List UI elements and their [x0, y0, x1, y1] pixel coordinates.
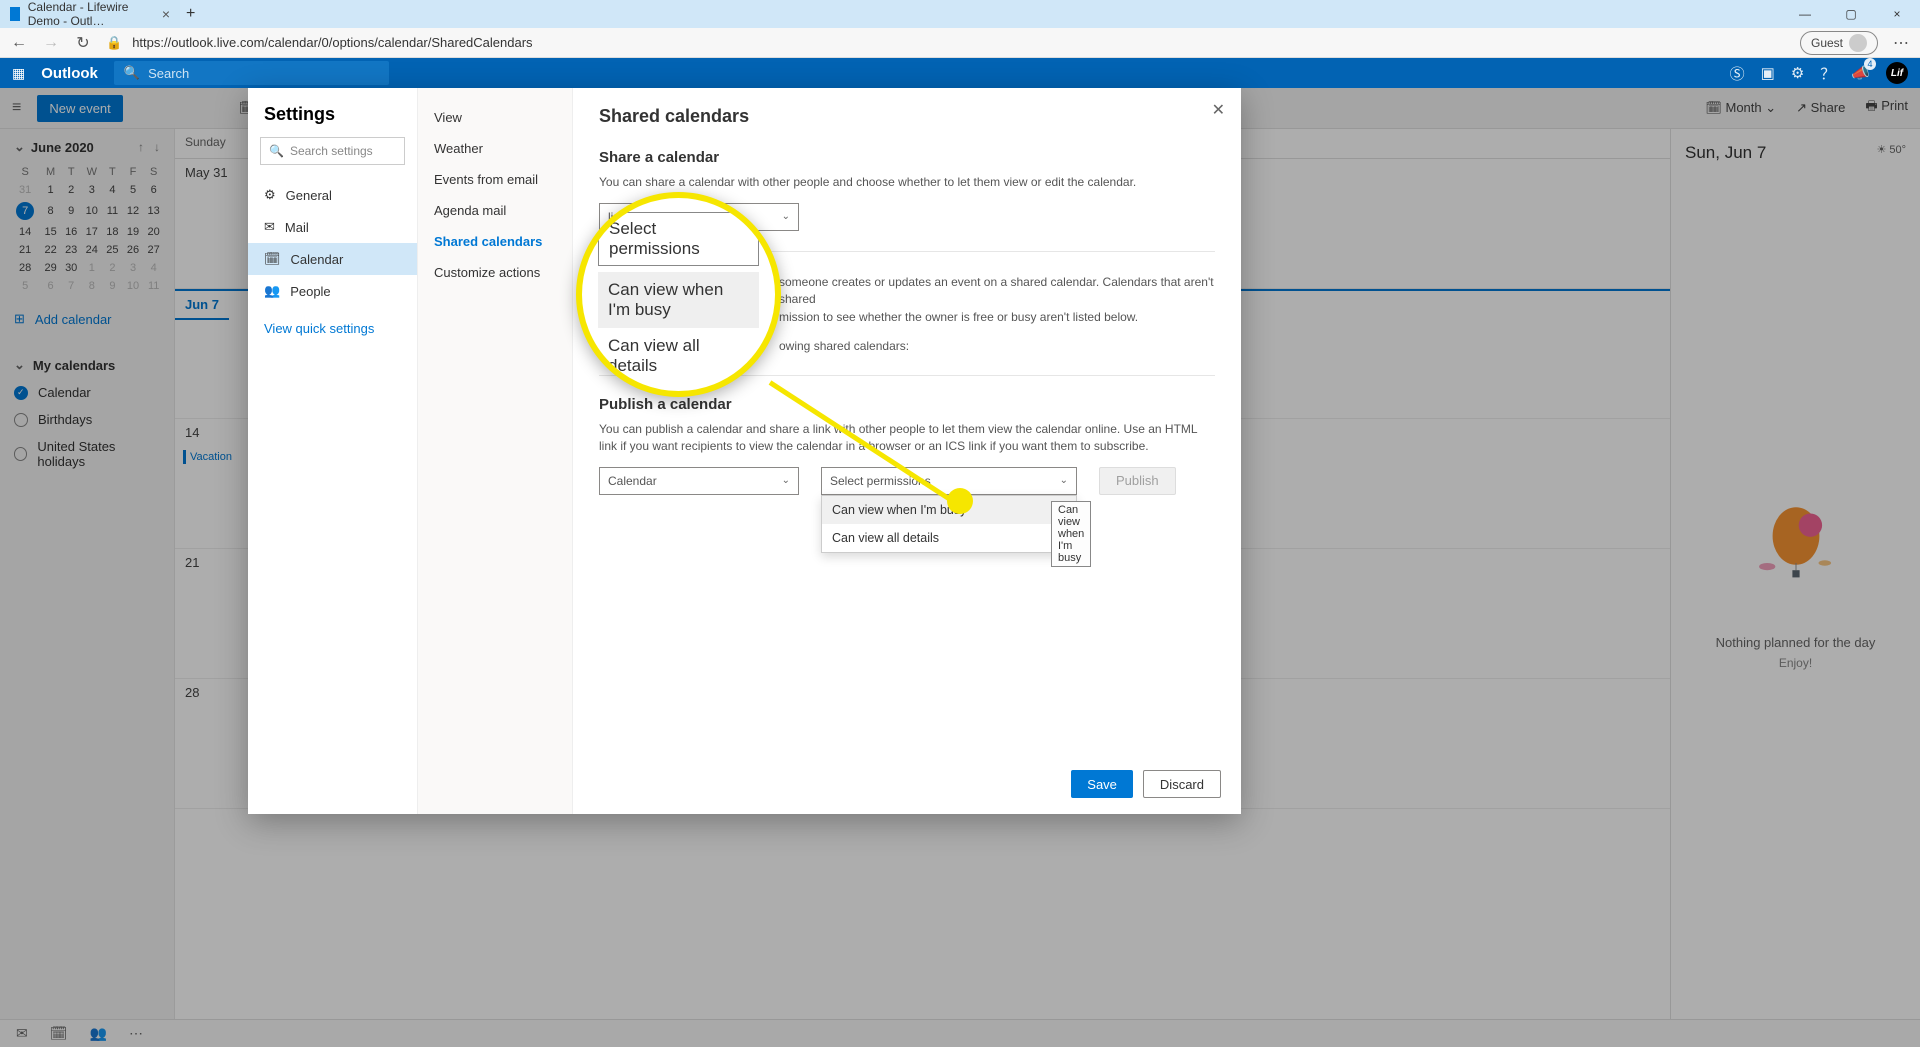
- tab-title: Calendar - Lifewire Demo - Outl…: [28, 0, 154, 28]
- view-quick-settings-link[interactable]: View quick settings: [248, 307, 417, 350]
- publish-button: Publish: [1099, 467, 1176, 495]
- browser-address-bar: ← → ↻ 🔒 https://outlook.live.com/calenda…: [0, 28, 1920, 58]
- close-icon[interactable]: ✕: [1212, 100, 1225, 120]
- profile-label: Guest: [1811, 36, 1843, 50]
- brand-label[interactable]: Outlook: [41, 65, 98, 82]
- publish-section-desc: You can publish a calendar and share a l…: [599, 421, 1215, 455]
- share-section-title: Share a calendar: [599, 149, 1215, 166]
- calendar-icon: 🗓: [264, 251, 281, 267]
- search-placeholder: Search: [148, 66, 189, 81]
- browser-tab[interactable]: Calendar - Lifewire Demo - Outl… ×: [0, 0, 180, 28]
- lens-opt-details: Can view all details: [598, 328, 759, 384]
- lens-opt-busy: Can view when I'm busy: [598, 272, 759, 328]
- discard-button[interactable]: Discard: [1143, 770, 1221, 798]
- detail-title: Shared calendars: [599, 106, 1215, 127]
- share-section-desc: You can share a calendar with other peop…: [599, 174, 1215, 191]
- outlook-icon[interactable]: ▣: [1761, 64, 1775, 82]
- chevron-down-icon: ⌄: [782, 211, 790, 222]
- settings-cat-calendar[interactable]: 🗓Calendar: [248, 243, 417, 275]
- settings-search-input[interactable]: 🔍Search settings: [260, 137, 405, 165]
- settings-cat-mail[interactable]: ✉Mail: [248, 211, 417, 243]
- browser-titlebar: Calendar - Lifewire Demo - Outl… × + — ▢…: [0, 0, 1920, 28]
- back-button[interactable]: ←: [10, 34, 28, 52]
- window-restore-button[interactable]: ▢: [1828, 0, 1874, 28]
- window-close-button[interactable]: ×: [1874, 0, 1920, 28]
- search-icon: 🔍: [269, 144, 284, 158]
- profile-button[interactable]: Guest: [1800, 31, 1878, 55]
- settings-title: Settings: [248, 104, 417, 137]
- mail-icon: ✉: [264, 219, 275, 235]
- people-icon: 👥: [264, 283, 280, 299]
- notifications-icon[interactable]: 📣4: [1851, 64, 1870, 82]
- url-field[interactable]: 🔒 https://outlook.live.com/calendar/0/op…: [106, 35, 1786, 51]
- suite-header: ▦ Outlook 🔍 Search Ⓢ ▣ ⚙ ？ 📣4 Lif: [0, 58, 1920, 88]
- settings-modal: Settings 🔍Search settings ⚙General ✉Mail…: [248, 88, 1241, 814]
- chevron-down-icon: ⌄: [782, 475, 790, 486]
- lens-pointer-dot: [947, 488, 973, 514]
- avatar-icon: [1849, 34, 1867, 52]
- refresh-button[interactable]: ↻: [74, 33, 92, 53]
- help-icon[interactable]: ？: [1820, 63, 1835, 84]
- subtab-customize-actions[interactable]: Customize actions: [418, 257, 572, 288]
- window-minimize-button[interactable]: —: [1782, 0, 1828, 28]
- subtab-shared-calendars[interactable]: Shared calendars: [418, 226, 572, 257]
- settings-cat-people[interactable]: 👥People: [248, 275, 417, 307]
- skype-icon[interactable]: Ⓢ: [1730, 63, 1745, 84]
- forward-button: →: [42, 34, 60, 52]
- perm-option-details[interactable]: Can view all details: [822, 524, 1076, 552]
- search-input[interactable]: 🔍 Search: [114, 61, 389, 85]
- chevron-down-icon: ⌄: [1060, 475, 1068, 486]
- notification-badge: 4: [1864, 58, 1876, 70]
- zoom-lens: Select permissions Can view when I'm bus…: [576, 192, 781, 397]
- gear-icon: ⚙: [264, 187, 276, 203]
- browser-menu-button[interactable]: ⋯: [1892, 33, 1910, 53]
- tab-close-icon[interactable]: ×: [162, 6, 170, 22]
- search-icon: 🔍: [124, 65, 140, 81]
- lens-select-permissions: Select permissions: [598, 212, 759, 266]
- user-avatar[interactable]: Lif: [1886, 62, 1908, 84]
- new-tab-button[interactable]: +: [186, 5, 195, 23]
- subtab-view[interactable]: View: [418, 102, 572, 133]
- settings-gear-icon[interactable]: ⚙: [1791, 64, 1804, 82]
- publish-section-title: Publish a calendar: [599, 396, 1215, 413]
- app-launcher-icon[interactable]: ▦: [12, 65, 25, 82]
- tab-favicon: [10, 7, 20, 21]
- subtab-agenda-mail[interactable]: Agenda mail: [418, 195, 572, 226]
- publish-permissions-dropdown[interactable]: Select permissions⌄: [821, 467, 1077, 495]
- subtab-events-from-email[interactable]: Events from email: [418, 164, 572, 195]
- tooltip: Can view when I'm busy: [1051, 501, 1091, 567]
- lock-icon: 🔒: [106, 35, 122, 51]
- save-button[interactable]: Save: [1071, 770, 1133, 798]
- url-text: https://outlook.live.com/calendar/0/opti…: [132, 35, 532, 50]
- publish-calendar-dropdown[interactable]: Calendar⌄: [599, 467, 799, 495]
- subtab-weather[interactable]: Weather: [418, 133, 572, 164]
- settings-cat-general[interactable]: ⚙General: [248, 179, 417, 211]
